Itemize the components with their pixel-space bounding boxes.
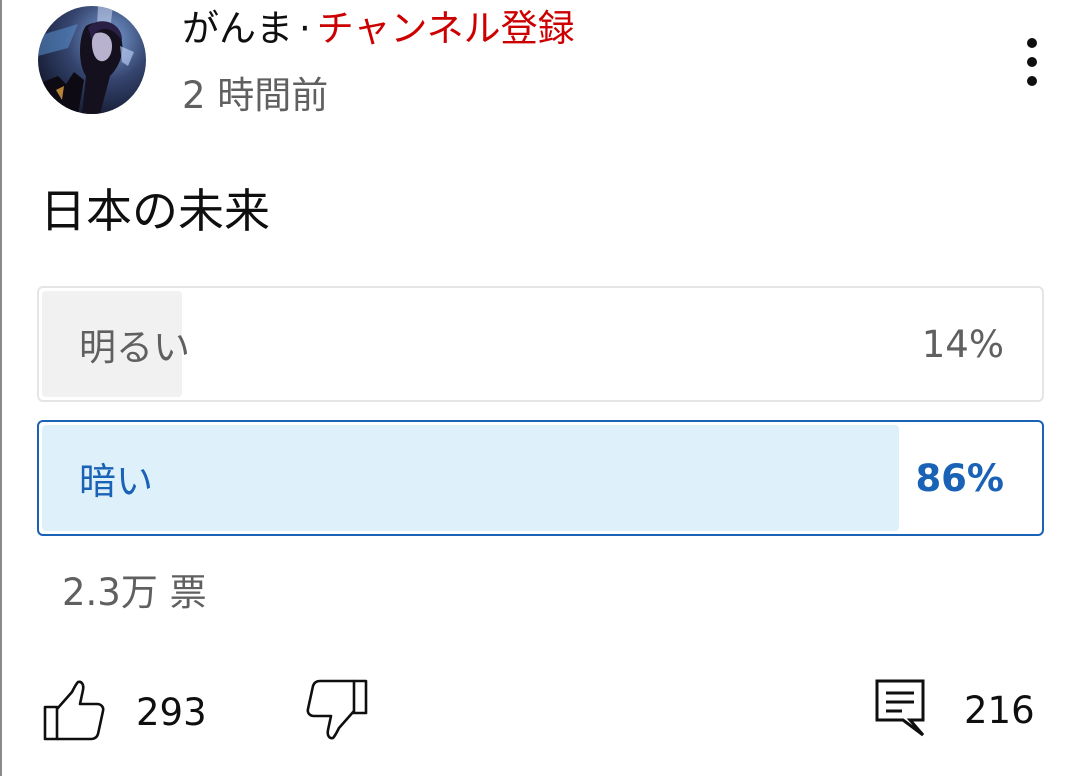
poll-option[interactable]: 明るい 14%: [37, 286, 1044, 402]
avatar-image: [38, 6, 146, 114]
comments-button[interactable]: 216: [872, 676, 1035, 744]
more-options-button[interactable]: [1006, 30, 1058, 94]
poll-option-percent: 14%: [921, 322, 1004, 366]
vote-count: 2.3万 票: [62, 571, 207, 614]
post-time: 2 時間前: [182, 74, 329, 117]
comment-icon: [872, 676, 928, 744]
channel-line: がんま · チャンネル登録: [182, 4, 575, 54]
poll-option-label: 明るい: [79, 326, 190, 369]
left-edge-rule: [0, 0, 2, 776]
subscribe-link[interactable]: チャンネル登録: [317, 7, 575, 50]
poll-option-selected[interactable]: 暗い 86%: [37, 420, 1044, 536]
like-count: 293: [136, 690, 207, 734]
poll-option-fill: [42, 425, 899, 531]
comment-count: 216: [964, 688, 1035, 732]
dislike-button[interactable]: [305, 678, 369, 746]
poll-option-percent: 86%: [915, 456, 1004, 500]
thumb-up-icon: [42, 678, 106, 746]
poll-option-label: 暗い: [79, 460, 153, 503]
like-button[interactable]: 293: [42, 680, 207, 744]
post-title: 日本の未来: [40, 184, 270, 238]
channel-name[interactable]: がんま: [182, 7, 293, 50]
thumb-down-icon: [305, 678, 369, 746]
channel-avatar[interactable]: [38, 6, 146, 114]
channel-separator: ·: [299, 7, 311, 50]
